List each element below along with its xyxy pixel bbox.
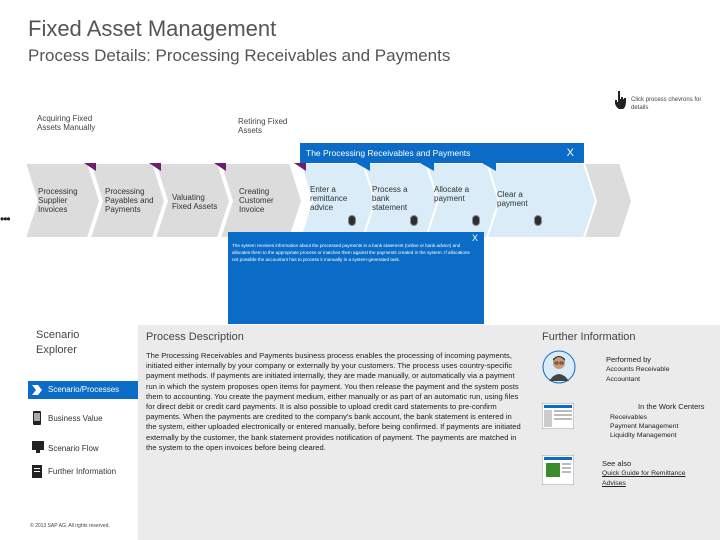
- copyright-text: © 2013 SAP AG. All rights reserved.: [30, 523, 110, 529]
- scenario-explorer-title: Scenario Explorer: [36, 329, 80, 356]
- nav-item-scenario-processes[interactable]: Scenario/Processes: [28, 381, 138, 399]
- info-icon[interactable]: [348, 215, 356, 226]
- nav-item-business-value[interactable]: Business Value: [28, 411, 138, 425]
- step-label: Processing Payables and Payments: [105, 187, 154, 214]
- page-title: Fixed Asset Management: [28, 16, 277, 41]
- step-label: Creating Customer Invoice: [239, 187, 274, 214]
- step-label: Allocate a payment: [434, 185, 470, 203]
- work-center-item[interactable]: Liquidity Management: [610, 431, 677, 441]
- chevron-marker: [294, 163, 306, 171]
- info-icon[interactable]: [472, 215, 480, 226]
- quick-guide-screen-icon: [542, 455, 574, 485]
- step-label: Clear a payment: [497, 190, 528, 208]
- page-subtitle: Process Details: Processing Receivables …: [28, 46, 451, 65]
- retiring-fixed-assets-label[interactable]: Retiring Fixed Assets: [238, 117, 294, 135]
- work-centers-heading: In the Work Centers: [638, 402, 705, 411]
- further-information-title: Further Information: [542, 331, 636, 343]
- nav-item-further-information[interactable]: Further Information: [28, 465, 138, 478]
- banner-close-button[interactable]: X: [567, 143, 574, 163]
- process-description-title: Process Description: [146, 331, 244, 343]
- performed-by-heading: Performed by: [606, 355, 652, 364]
- process-banner: The Processing Receivables and Payments …: [300, 143, 584, 163]
- quick-guide-link[interactable]: Quick Guide for Remittance Advises: [602, 469, 698, 488]
- monitor-icon: [32, 441, 44, 453]
- more-ellipsis-icon[interactable]: •••: [0, 212, 11, 226]
- phone-device-icon: [33, 411, 41, 425]
- info-icon[interactable]: [534, 215, 542, 226]
- document-icon: [32, 465, 42, 478]
- process-description-text: The Processing Receivables and Payments …: [146, 351, 521, 452]
- step-label: Enter a remittance advice: [310, 185, 348, 212]
- nav-item-label: Scenario Flow: [48, 444, 99, 453]
- work-center-screen-icon: [542, 403, 574, 429]
- scenario-explorer: Scenario Explorer Scenario/Processes Bus…: [28, 326, 138, 540]
- step-label: Process a bank statement: [372, 185, 408, 212]
- nav-item-label: Further Information: [48, 467, 117, 476]
- nav-item-scenario-flow[interactable]: Scenario Flow: [28, 441, 138, 453]
- acquiring-fixed-assets-label[interactable]: Acquiring Fixed Assets Manually: [37, 114, 97, 132]
- step-detail-popup: X The system receives information about …: [228, 232, 484, 324]
- nav-item-label: Business Value: [48, 414, 103, 423]
- click-hint-text: Click process chevrons for details: [631, 97, 702, 111]
- further-information-panel: Further Information Performed by Account…: [534, 325, 720, 540]
- see-also-heading: See also: [602, 459, 632, 468]
- nav-item-label: Scenario/Processes: [48, 385, 120, 394]
- person-avatar-icon: [542, 350, 576, 384]
- info-icon[interactable]: [410, 215, 418, 226]
- performed-by-value: Accounts Receivable Accountant: [606, 366, 670, 383]
- hand-pointer-icon: [615, 91, 626, 109]
- process-flow: Processing Supplier Invoices Processing …: [0, 163, 720, 243]
- process-description-panel: Process Description The Processing Recei…: [138, 325, 534, 540]
- chevron-arrow-icon: [32, 385, 42, 395]
- step-label: Valuating Fixed Assets: [172, 193, 218, 211]
- popup-close-button[interactable]: X: [472, 233, 478, 243]
- process-banner-title: The Processing Receivables and Payments: [306, 148, 471, 158]
- step-label: Processing Supplier Invoices: [38, 187, 78, 214]
- step-detail-text: The system receives information about th…: [232, 243, 470, 262]
